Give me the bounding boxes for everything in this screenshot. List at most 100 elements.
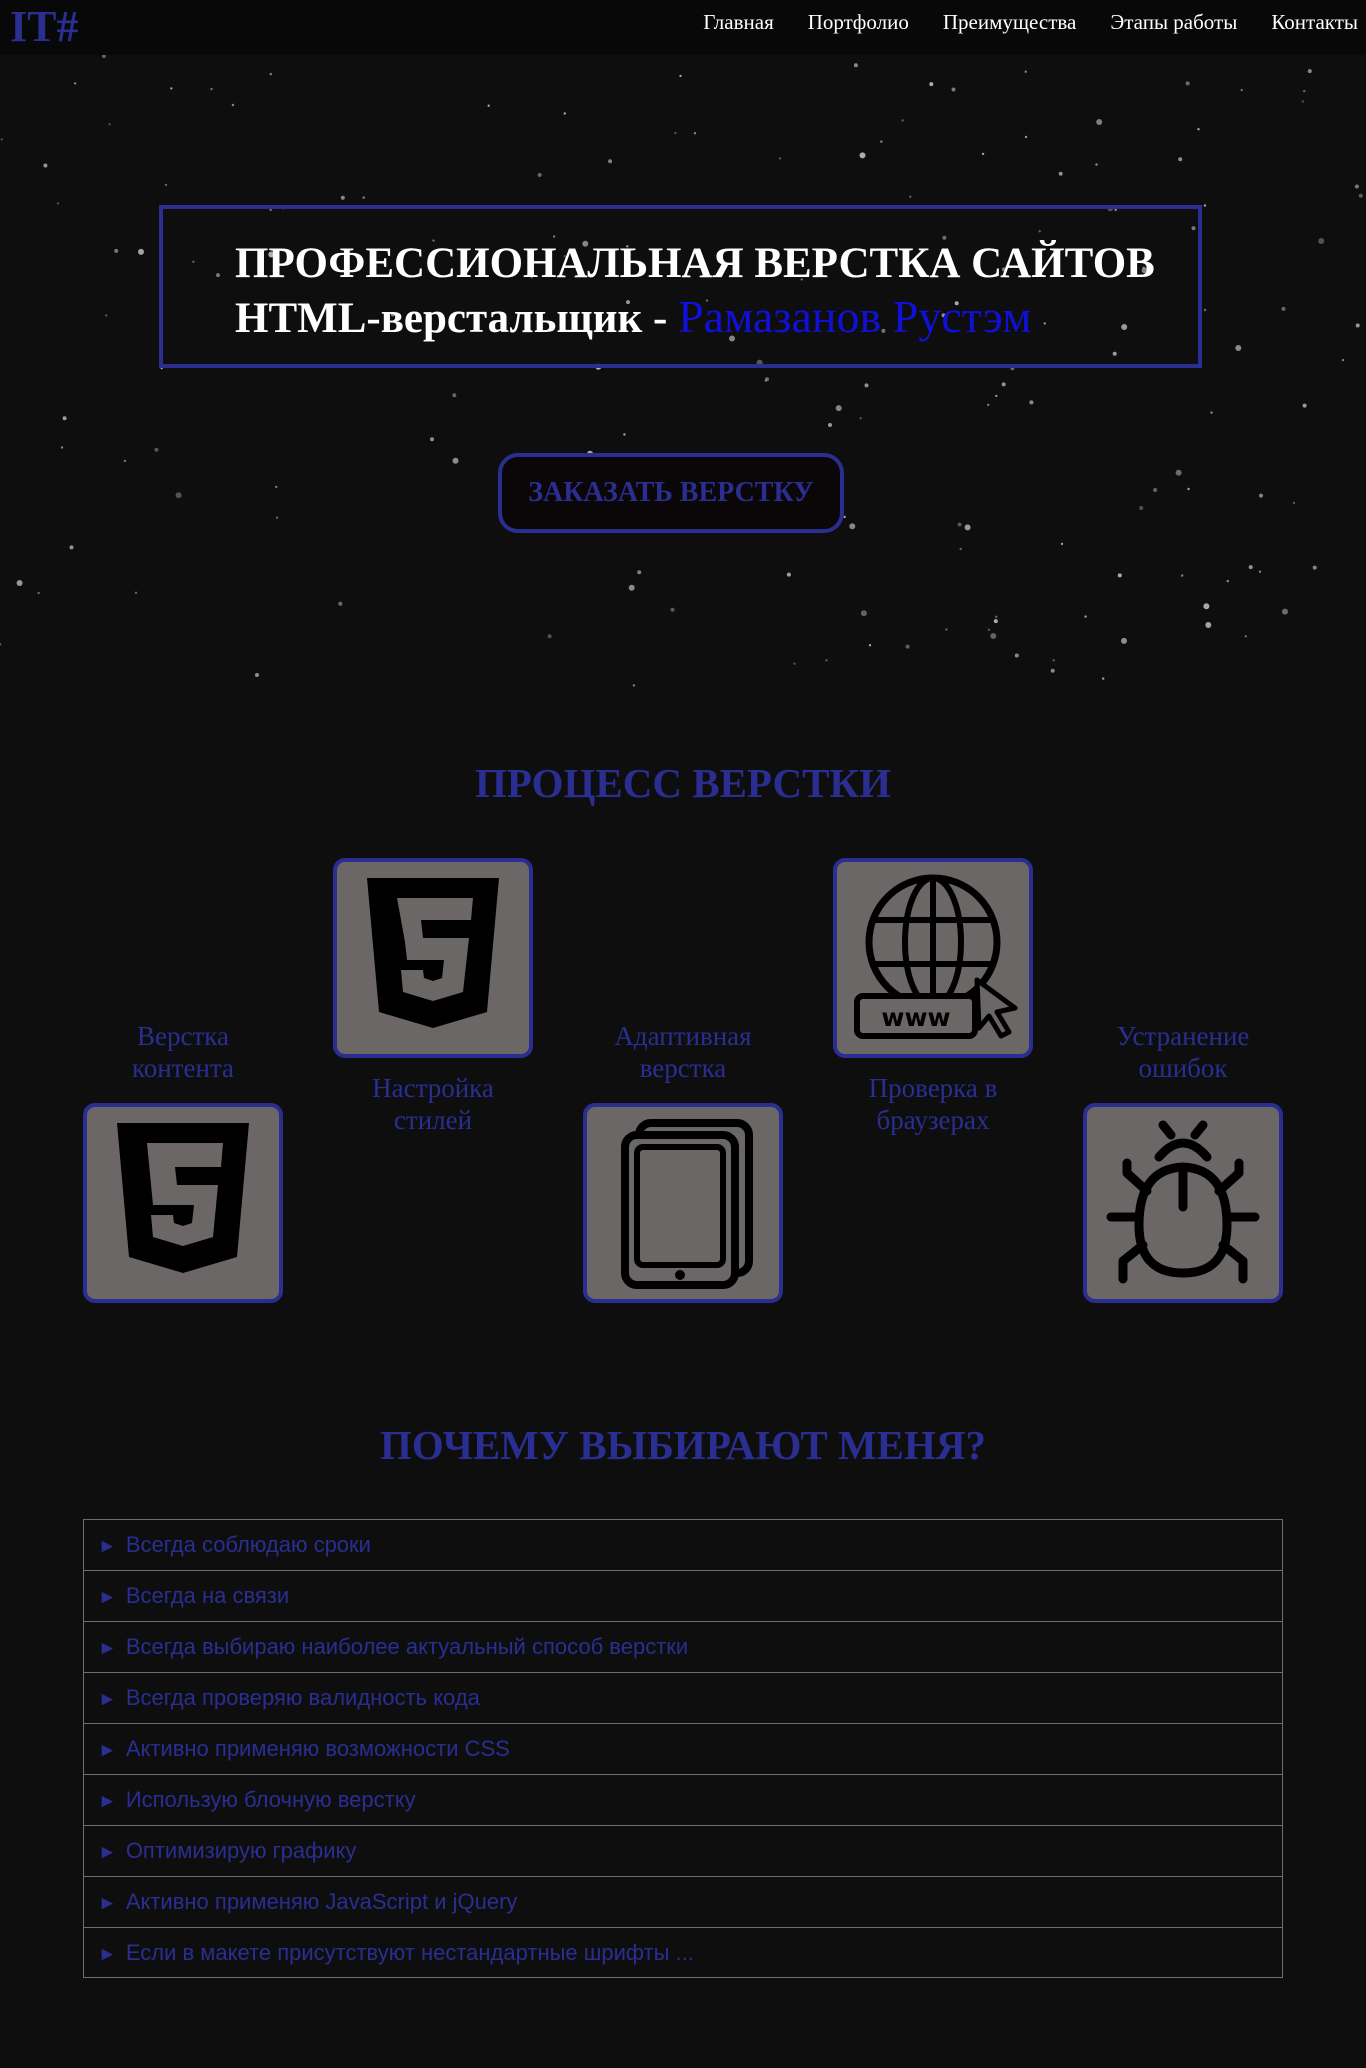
star	[1282, 608, 1288, 615]
globe-tile: www	[833, 858, 1033, 1058]
starfield-background	[0, 55, 1363, 687]
star	[981, 152, 985, 156]
star	[843, 515, 846, 519]
star	[765, 377, 769, 382]
process-step-label: Настройка стилей	[372, 1073, 494, 1135]
expand-arrow-icon: ►	[98, 1791, 117, 1812]
star	[1203, 204, 1207, 207]
star	[853, 63, 858, 68]
nav-link-advantages[interactable]: Преимущества	[943, 9, 1077, 35]
nav-link-home[interactable]: Главная	[703, 9, 774, 35]
tablet-icon	[621, 1119, 753, 1289]
star	[101, 55, 106, 58]
star	[1058, 171, 1063, 176]
star	[637, 570, 642, 575]
star	[632, 684, 636, 687]
star	[674, 131, 677, 135]
star	[37, 591, 40, 595]
svg-text:www: www	[881, 1003, 950, 1032]
expand-arrow-icon: ►	[98, 1536, 117, 1557]
star	[43, 163, 48, 168]
hero-section: ПРОФЕССИОНАЛЬНАЯ ВЕРСТКА САЙТОВ HTML-вер…	[0, 55, 1366, 700]
site-logo[interactable]: IT#	[10, 2, 78, 52]
expand-arrow-icon: ►	[98, 1587, 117, 1608]
star	[1301, 100, 1305, 103]
star	[269, 72, 272, 76]
bug-icon	[1106, 1120, 1260, 1284]
star	[1178, 157, 1183, 162]
hero-subtitle: HTML-верстальщик - Рамазанов Рустэм	[235, 292, 1031, 344]
star	[993, 619, 998, 624]
star	[1355, 323, 1360, 328]
star	[547, 634, 552, 639]
order-layout-button[interactable]: ЗАКАЗАТЬ ВЕРСТКУ	[498, 453, 844, 533]
nav-link-stages[interactable]: Этапы работы	[1110, 9, 1237, 35]
star	[628, 584, 635, 591]
star	[1302, 403, 1307, 408]
accordion-item[interactable]: ► Всегда проверяю валидность кода	[83, 1672, 1283, 1723]
star	[170, 87, 173, 90]
star	[1235, 345, 1242, 351]
accordion-item[interactable]: ► Активно применяю JavaScript и jQuery	[83, 1876, 1283, 1927]
css3-tile	[333, 858, 533, 1058]
accordion-item[interactable]: ► Если в макете присутствуют нестандартны…	[83, 1927, 1283, 1978]
star	[929, 82, 934, 87]
star	[1197, 128, 1200, 131]
star	[1024, 70, 1027, 73]
hero-title: ПРОФЕССИОНАЛЬНАЯ ВЕРСТКА САЙТОВ	[235, 240, 1155, 287]
star	[138, 248, 144, 255]
star	[987, 628, 991, 631]
star	[1095, 163, 1098, 166]
star	[880, 140, 883, 143]
star	[1205, 622, 1212, 628]
accordion-item-label: Использую блочную верстку	[125, 1787, 416, 1812]
star	[957, 522, 962, 527]
star	[1175, 469, 1182, 476]
accordion-item[interactable]: ► Использую блочную верстку	[83, 1774, 1283, 1825]
accordion-item-label: Всегда соблюдаю сроки	[125, 1532, 371, 1557]
star	[951, 87, 956, 92]
star	[105, 314, 108, 317]
star	[60, 446, 64, 449]
star	[868, 644, 872, 647]
star	[1139, 506, 1144, 510]
star	[16, 580, 23, 586]
star	[608, 159, 613, 164]
star	[62, 416, 67, 421]
star	[995, 394, 998, 398]
nav-link-contacts[interactable]: Контакты	[1271, 9, 1358, 35]
process-step-label: Устранение ошибок	[1116, 1021, 1250, 1083]
css3-icon	[367, 878, 499, 1028]
star	[670, 607, 675, 612]
star	[693, 132, 697, 135]
bug-tile	[1083, 1103, 1283, 1303]
star	[964, 524, 971, 531]
accordion-item[interactable]: ► Активно применяю возможности CSS	[83, 1723, 1283, 1774]
star	[825, 659, 828, 662]
star	[73, 82, 77, 85]
star	[1303, 89, 1306, 93]
expand-arrow-icon: ►	[98, 1842, 117, 1863]
accordion-item-label: Активно применяю возможности CSS	[125, 1736, 510, 1761]
star	[154, 447, 159, 452]
star	[1001, 382, 1006, 387]
accordion-item-label: Всегда выбираю наиболее актуальный спосо…	[125, 1634, 689, 1659]
star	[430, 437, 434, 442]
star	[1226, 579, 1230, 583]
star	[793, 662, 796, 665]
expand-arrow-icon: ►	[98, 1638, 117, 1659]
nav-link-portfolio[interactable]: Портфолио	[808, 9, 909, 35]
accordion-item[interactable]: ► Всегда соблюдаю сроки	[83, 1519, 1283, 1570]
accordion-item[interactable]: ► Всегда на связи	[83, 1570, 1283, 1621]
accordion-item-label: Активно применяю JavaScript и jQuery	[125, 1889, 518, 1914]
star	[1210, 411, 1213, 414]
star	[114, 248, 119, 253]
accordion-item[interactable]: ► Всегда выбираю наиболее актуальный спос…	[83, 1621, 1283, 1672]
star	[1318, 238, 1325, 244]
tablet-tile	[583, 1103, 783, 1303]
process-step-label: Верстка контента	[131, 1021, 235, 1083]
accordion-item[interactable]: ► Оптимизирую графику	[83, 1825, 1283, 1876]
star	[210, 87, 213, 91]
expand-arrow-icon: ►	[98, 1944, 117, 1965]
star	[0, 138, 3, 141]
